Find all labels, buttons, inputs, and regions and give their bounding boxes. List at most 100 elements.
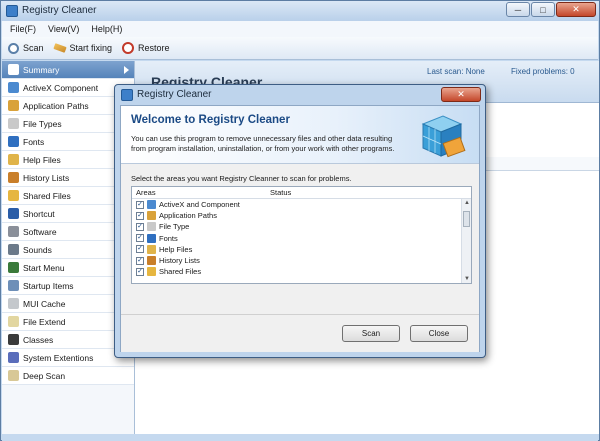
- menu-file[interactable]: File(F): [10, 24, 36, 34]
- checkbox[interactable]: ✓: [136, 234, 144, 243]
- sidebar-item-label: File Types: [23, 118, 62, 129]
- deep-scan-icon: [8, 370, 19, 381]
- dialog-title-bar: Registry Cleaner ✕: [115, 85, 485, 105]
- minimize-button[interactable]: ─: [506, 2, 530, 17]
- sounds-icon: [8, 244, 19, 255]
- list-item[interactable]: ✓ Application Paths: [132, 210, 471, 221]
- list-item[interactable]: ✓ Fonts: [132, 233, 471, 244]
- title-bar: Registry Cleaner ─ □ ✕: [1, 1, 599, 21]
- menu-help[interactable]: Help(H): [91, 24, 122, 34]
- area-label: File Type: [159, 222, 190, 232]
- chevron-right-icon: [124, 65, 129, 74]
- dialog-footer: Scan Close: [121, 314, 479, 352]
- activex-icon: [147, 200, 156, 210]
- restore-icon: [122, 42, 135, 54]
- fixed-problems-text: Fixed problems: 0: [511, 67, 575, 76]
- last-scan-text: Last scan: None: [427, 67, 485, 76]
- software-icon: [8, 226, 19, 237]
- start-fixing-label: Start fixing: [69, 43, 113, 53]
- app-icon: [121, 89, 133, 101]
- restore-label: Restore: [138, 43, 170, 53]
- dialog-title: Registry Cleaner: [137, 89, 212, 100]
- sidebar-item-label: System Extentions: [23, 352, 94, 363]
- sidebar-item-label: Fonts: [23, 136, 45, 147]
- scan-button[interactable]: Scan: [8, 42, 44, 54]
- sidebar-item-label: Software: [23, 226, 57, 237]
- activex-icon: [8, 82, 19, 93]
- dialog-close-button[interactable]: ✕: [441, 87, 481, 102]
- area-label: ActiveX and Component: [159, 200, 240, 210]
- maximize-button[interactable]: □: [531, 2, 555, 17]
- instruction-text: Select the areas you want Registry Clean…: [131, 174, 352, 183]
- sidebar-item-label: Startup Items: [23, 280, 74, 291]
- area-label: Fonts: [159, 233, 178, 243]
- sidebar-item-label: History Lists: [23, 172, 70, 183]
- checkbox[interactable]: ✓: [136, 267, 144, 276]
- area-label: Application Paths: [159, 211, 217, 221]
- dialog-body: Welcome to Registry Cleaner You can use …: [120, 105, 480, 352]
- sidebar-item-label: Help Files: [23, 154, 61, 165]
- scroll-up-icon[interactable]: ▲: [464, 200, 470, 206]
- scroll-thumb[interactable]: [463, 211, 470, 227]
- history-lists-icon: [147, 256, 156, 266]
- area-label: Help Files: [159, 244, 193, 254]
- area-label: Shared Files: [159, 267, 202, 277]
- start-fixing-button[interactable]: Start fixing: [52, 43, 113, 53]
- menu-bar: File(F) View(V) Help(H): [2, 21, 598, 37]
- checkbox[interactable]: ✓: [136, 222, 144, 231]
- sidebar-item-label: MUI Cache: [23, 298, 66, 309]
- application-paths-icon: [8, 100, 19, 111]
- file-type-icon: [147, 222, 156, 232]
- magnifier-icon: [8, 42, 19, 54]
- welcome-description: You can use this program to remove unnec…: [131, 134, 395, 153]
- summary-icon: [8, 64, 19, 75]
- sidebar-item-label: Sounds: [23, 244, 52, 255]
- sidebar-item-label: Summary: [23, 64, 60, 75]
- scan-button[interactable]: Scan: [342, 325, 400, 342]
- sidebar-item-label: Start Menu: [23, 262, 65, 273]
- area-label: History Lists: [159, 256, 200, 266]
- brush-icon: [52, 43, 67, 53]
- areas-scrollbar[interactable]: ▲ ▼: [461, 199, 471, 283]
- welcome-banner: Welcome to Registry Cleaner You can use …: [121, 106, 479, 164]
- sidebar-item-label: Shortcut: [23, 208, 55, 219]
- scroll-down-icon[interactable]: ▼: [464, 276, 470, 282]
- areas-list: Areas Status ✓ ActiveX and Component ✓ App…: [131, 186, 472, 284]
- file-extend-icon: [8, 316, 19, 327]
- close-button[interactable]: Close: [410, 325, 468, 342]
- sidebar-item-summary[interactable]: Summary: [2, 61, 134, 79]
- window-title: Registry Cleaner: [22, 5, 97, 16]
- areas-list-header: Areas Status: [132, 187, 471, 199]
- checkbox[interactable]: ✓: [136, 245, 144, 254]
- sidebar-item-label: Classes: [23, 334, 54, 345]
- sidebar-item-label: Shared Files: [23, 190, 71, 201]
- list-item[interactable]: ✓ Shared Files: [132, 266, 471, 277]
- scan-label: Scan: [23, 43, 44, 53]
- checkbox[interactable]: ✓: [136, 211, 144, 220]
- startup-items-icon: [8, 280, 19, 291]
- sidebar-item-deep-scan[interactable]: Deep Scan: [2, 367, 134, 385]
- menu-view[interactable]: View(V): [48, 24, 79, 34]
- list-item[interactable]: ✓ History Lists: [132, 255, 471, 266]
- welcome-dialog: Registry Cleaner ✕ Welcome to Registry C…: [114, 84, 486, 358]
- help-files-icon: [147, 244, 156, 254]
- toolbar: Scan Start fixing Restore: [2, 37, 598, 60]
- checkbox[interactable]: ✓: [136, 256, 144, 265]
- fonts-icon: [8, 136, 19, 147]
- start-menu-icon: [8, 262, 19, 273]
- shared-files-icon: [8, 190, 19, 201]
- fonts-icon: [147, 233, 156, 243]
- sidebar-item-label: ActiveX Component: [23, 82, 99, 93]
- list-item[interactable]: ✓ ActiveX and Component: [132, 199, 471, 210]
- mui-cache-icon: [8, 298, 19, 309]
- close-button[interactable]: ✕: [556, 2, 596, 17]
- checkbox[interactable]: ✓: [136, 200, 144, 209]
- sidebar-item-label: File Extend: [23, 316, 66, 327]
- welcome-heading: Welcome to Registry Cleaner: [131, 114, 290, 126]
- classes-icon: [8, 334, 19, 345]
- app-icon: [6, 5, 18, 17]
- history-lists-icon: [8, 172, 19, 183]
- list-item[interactable]: ✓ File Type: [132, 221, 471, 232]
- restore-button[interactable]: Restore: [122, 42, 170, 54]
- list-item[interactable]: ✓ Help Files: [132, 244, 471, 255]
